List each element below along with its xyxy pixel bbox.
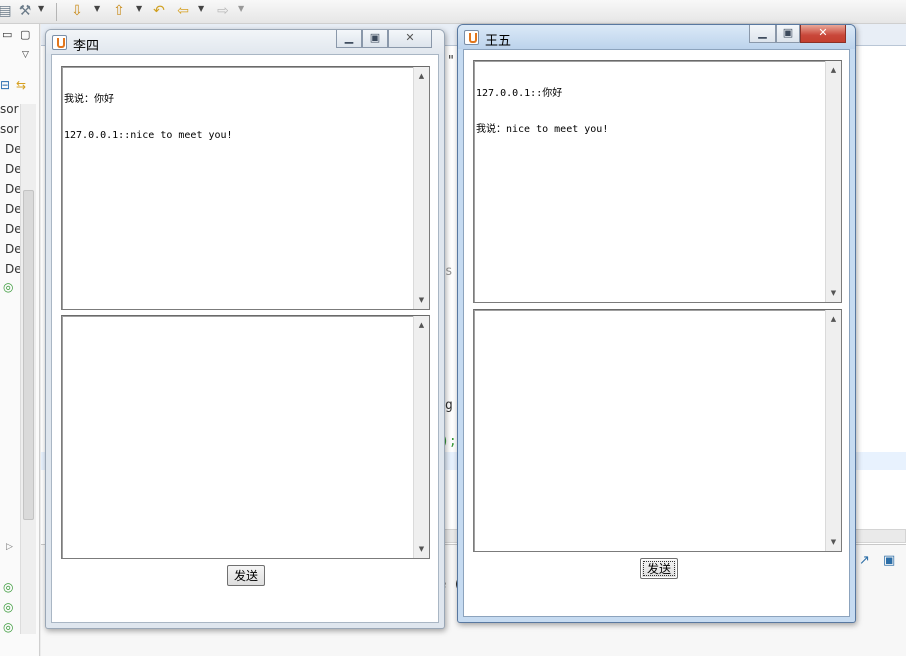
maximize-icon[interactable]: ▣ <box>362 30 388 48</box>
chat-window-wangwu[interactable]: 王五 ▁ ▣ ✕ 127.0.0.1::你好 我说：nice to meet y… <box>457 24 856 623</box>
save-icon[interactable]: ▤ <box>0 2 14 20</box>
chevron-down-icon[interactable]: ▼ <box>136 4 142 13</box>
next-annotation-icon[interactable]: ⇩ <box>68 2 86 20</box>
chevron-down-icon[interactable]: ▼ <box>94 4 100 13</box>
message-input[interactable]: ▲ ▼ <box>473 309 842 552</box>
code-fragment: g <box>445 398 453 413</box>
run-icon[interactable]: ◎ <box>3 600 13 614</box>
package-explorer: ▭ ▢ ▽ ⊟ ⇆ sor sor De De De De De De De ◎… <box>0 24 40 656</box>
run-config-icon[interactable]: ◎ <box>3 280 13 294</box>
scroll-down-icon[interactable]: ▼ <box>826 286 841 300</box>
tree-item[interactable]: sor <box>0 122 19 136</box>
history-scrollbar[interactable]: ▲ ▼ <box>413 67 429 309</box>
history-scrollbar[interactable]: ▲ ▼ <box>825 61 841 302</box>
scroll-up-icon[interactable]: ▲ <box>414 318 429 332</box>
java-icon <box>52 35 67 50</box>
view-menu-icon[interactable]: ▽ <box>22 50 29 60</box>
message-history-text: 我说：你好 127.0.0.1::nice to meet you! <box>64 70 411 166</box>
chevron-down-icon[interactable]: ▼ <box>198 4 204 13</box>
input-scrollbar[interactable]: ▲ ▼ <box>825 310 841 551</box>
chevron-right-icon[interactable]: ▷ <box>6 542 13 552</box>
message-line: 127.0.0.1::nice to meet you! <box>64 130 233 141</box>
window-content: 127.0.0.1::你好 我说：nice to meet you! ▲ ▼ ▲… <box>463 49 850 617</box>
message-line: 我说：你好 <box>64 94 114 105</box>
toolbar-separator <box>56 3 57 21</box>
code-fragment: " <box>447 54 455 69</box>
title-bar[interactable]: 李四 ▁ ▣ ✕ <box>46 30 444 54</box>
minimize-icon[interactable]: ▁ <box>336 30 362 48</box>
window-content: 我说：你好 127.0.0.1::nice to meet you! ▲ ▼ ▲… <box>51 54 439 623</box>
chevron-down-icon[interactable]: ▼ <box>38 4 44 13</box>
close-icon[interactable]: ✕ <box>388 30 432 48</box>
tree-scrollbar[interactable] <box>20 104 36 634</box>
send-button[interactable]: 发送 <box>640 558 678 579</box>
minimize-icon[interactable]: ▁ <box>749 25 776 43</box>
maximize-view-icon[interactable]: ▢ <box>20 28 30 41</box>
last-edit-icon[interactable]: ↶ <box>150 2 168 20</box>
window-title: 李四 <box>73 39 100 54</box>
minimize-view-icon[interactable]: ▭ <box>2 28 12 41</box>
previous-annotation-icon[interactable]: ⇧ <box>110 2 128 20</box>
scroll-down-icon[interactable]: ▼ <box>826 535 841 549</box>
link-editor-icon[interactable]: ⇆ <box>16 78 26 92</box>
back-icon[interactable]: ⇦ <box>174 2 192 20</box>
message-input[interactable]: ▲ ▼ <box>61 315 430 559</box>
message-history[interactable]: 我说：你好 127.0.0.1::nice to meet you! ▲ ▼ <box>61 66 430 310</box>
collapse-all-icon[interactable]: ⊟ <box>0 78 10 92</box>
chevron-down-icon[interactable]: ▼ <box>238 4 244 13</box>
tree-item[interactable]: sor <box>0 102 19 116</box>
input-scrollbar[interactable]: ▲ ▼ <box>413 316 429 558</box>
scroll-down-icon[interactable]: ▼ <box>414 293 429 307</box>
scroll-down-icon[interactable]: ▼ <box>414 542 429 556</box>
chat-window-lisi[interactable]: 李四 ▁ ▣ ✕ 我说：你好 127.0.0.1::nice to meet y… <box>45 29 445 629</box>
message-line: 我说：nice to meet you! <box>476 124 609 135</box>
java-icon <box>464 30 479 45</box>
scroll-up-icon[interactable]: ▲ <box>826 63 841 77</box>
message-history-text: 127.0.0.1::你好 我说：nice to meet you! <box>476 64 823 160</box>
scroll-up-icon[interactable]: ▲ <box>826 312 841 326</box>
message-history[interactable]: 127.0.0.1::你好 我说：nice to meet you! ▲ ▼ <box>473 60 842 303</box>
close-icon[interactable]: ✕ <box>800 25 846 43</box>
send-button[interactable]: 发送 <box>227 565 265 586</box>
open-console-icon[interactable]: ↗ <box>859 553 870 568</box>
scrollbar-thumb[interactable] <box>23 190 34 520</box>
ide-toolbar: ▤ ⚒ ▼ ⇩ ▼ ⇧ ▼ ↶ ⇦ ▼ ⇨ ▼ <box>0 0 906 24</box>
run-icon[interactable]: ◎ <box>3 620 13 634</box>
maximize-icon[interactable]: ▣ <box>776 25 800 43</box>
title-bar[interactable]: 王五 ▁ ▣ ✕ <box>458 25 855 49</box>
run-icon[interactable]: ◎ <box>3 580 13 594</box>
hammer-icon[interactable]: ⚒ <box>16 2 34 20</box>
message-line: 127.0.0.1::你好 <box>476 88 563 99</box>
window-title: 王五 <box>485 34 512 49</box>
forward-icon[interactable]: ⇨ <box>214 2 232 20</box>
display-console-icon[interactable]: ▣ <box>883 553 895 568</box>
scroll-up-icon[interactable]: ▲ <box>414 69 429 83</box>
